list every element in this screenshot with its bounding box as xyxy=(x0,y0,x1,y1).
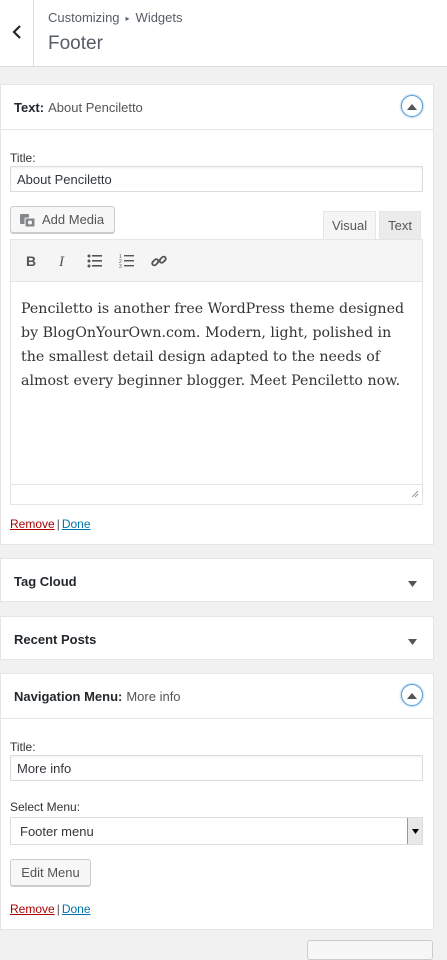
editor-statusbar xyxy=(11,484,422,504)
dropdown-arrow-icon[interactable] xyxy=(407,818,422,844)
widget-title: Tag Cloud xyxy=(14,573,77,589)
expand-arrow-icon[interactable] xyxy=(408,634,417,649)
collapse-arrow-icon[interactable] xyxy=(401,95,423,117)
resize-handle-icon[interactable] xyxy=(411,486,419,501)
text-widget-body: Title: About Penciletto Add Media Visual… xyxy=(1,129,433,546)
done-link[interactable]: Done xyxy=(62,902,91,916)
media-icon xyxy=(19,212,37,228)
link-icon[interactable] xyxy=(143,245,175,277)
title-input[interactable]: More info xyxy=(10,755,423,781)
add-media-label: Add Media xyxy=(42,212,105,227)
widget-type: Text: xyxy=(14,99,45,115)
italic-icon[interactable]: I xyxy=(47,245,79,277)
remove-link[interactable]: Remove xyxy=(10,902,55,916)
page-title: Footer xyxy=(48,33,103,54)
action-separator: | xyxy=(56,517,60,531)
menu-select[interactable]: Footer menu xyxy=(10,817,423,845)
select-menu-label: Select Menu: xyxy=(10,800,81,814)
breadcrumb: Customizing ▸ Widgets xyxy=(48,10,183,25)
breadcrumb-arrow-icon: ▸ xyxy=(125,14,130,23)
widget-instance-title: About Penciletto xyxy=(48,99,143,115)
recent-posts-widget[interactable]: Recent Posts xyxy=(0,616,434,660)
numbered-list-icon[interactable]: 123 xyxy=(111,245,143,277)
done-link[interactable]: Done xyxy=(62,517,91,531)
widget-actions: Remove | Done xyxy=(10,902,91,916)
recent-posts-header[interactable]: Recent Posts xyxy=(1,617,433,661)
navigation-menu-header[interactable]: Navigation Menu: More info xyxy=(1,674,433,718)
back-button[interactable] xyxy=(0,0,34,67)
svg-text:3: 3 xyxy=(119,264,122,268)
widget-instance-title: More info xyxy=(126,688,181,704)
widget-title: Recent Posts xyxy=(14,631,97,647)
add-media-button[interactable]: Add Media xyxy=(10,206,115,233)
title-input[interactable]: About Penciletto xyxy=(10,166,423,192)
widget-actions: Remove | Done xyxy=(10,517,91,531)
text-widget: Text: About Penciletto Title: About Penc… xyxy=(0,84,434,545)
navigation-menu-body: Title: More info Select Menu: Footer men… xyxy=(1,718,433,931)
title-label: Title: xyxy=(10,740,36,754)
svg-text:B: B xyxy=(26,254,36,268)
title-label: Title: xyxy=(10,151,36,165)
tag-cloud-header[interactable]: Tag Cloud xyxy=(1,559,433,603)
breadcrumb-root: Customizing xyxy=(48,10,120,25)
tab-visual[interactable]: Visual xyxy=(322,211,377,239)
action-separator: | xyxy=(56,902,60,916)
editor-tabs: Visual Text xyxy=(322,211,421,239)
chevron-left-icon xyxy=(11,24,22,43)
expand-arrow-icon[interactable] xyxy=(408,576,417,591)
add-widget-button[interactable] xyxy=(307,940,433,960)
text-widget-header[interactable]: Text: About Penciletto xyxy=(1,85,433,129)
svg-text:I: I xyxy=(58,254,65,268)
customizer-header: Customizing ▸ Widgets Footer xyxy=(0,0,447,67)
bulleted-list-icon[interactable] xyxy=(79,245,111,277)
tag-cloud-widget[interactable]: Tag Cloud xyxy=(0,558,434,602)
navigation-menu-widget: Navigation Menu: More info Title: More i… xyxy=(0,673,434,930)
breadcrumb-section: Widgets xyxy=(135,10,183,25)
tab-text[interactable]: Text xyxy=(379,211,421,239)
widget-type: Navigation Menu: xyxy=(14,688,123,704)
remove-link[interactable]: Remove xyxy=(10,517,55,531)
bold-icon[interactable]: B xyxy=(15,245,47,277)
rich-text-editor: B I 123 Penciletto is another free WordP… xyxy=(10,239,423,505)
menu-select-value: Footer menu xyxy=(20,823,94,839)
collapse-arrow-icon[interactable] xyxy=(401,684,423,706)
editor-toolbar: B I 123 xyxy=(11,240,422,282)
editor-content[interactable]: Penciletto is another free WordPress the… xyxy=(11,282,422,393)
edit-menu-button[interactable]: Edit Menu xyxy=(10,859,91,886)
